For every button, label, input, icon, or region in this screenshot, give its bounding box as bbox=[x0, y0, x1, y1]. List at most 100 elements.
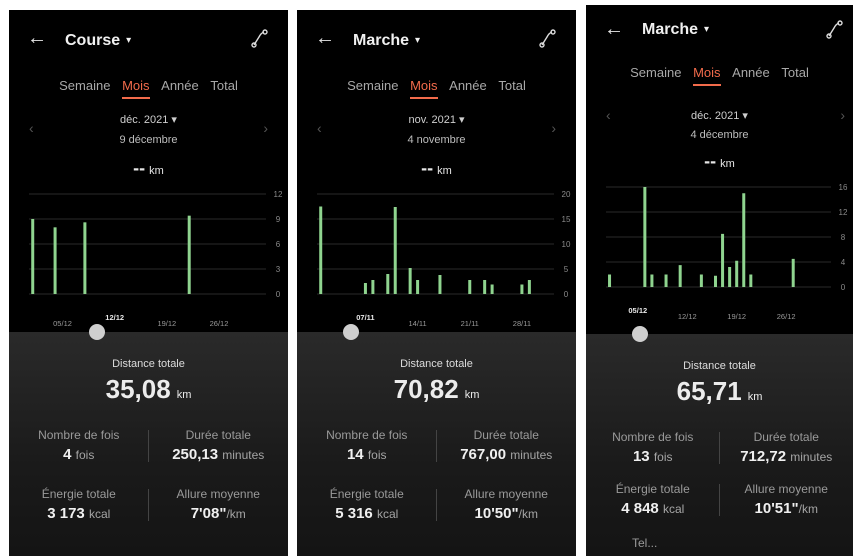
pace-stat: Allure moyenne 10'51"/km bbox=[720, 482, 853, 517]
selected-distance: -- km bbox=[9, 158, 288, 179]
distance-placeholder: -- bbox=[704, 151, 717, 171]
period-tabs: Semaine Mois Année Total bbox=[9, 78, 288, 102]
count-label: Nombre de fois bbox=[326, 428, 408, 442]
distance-bar bbox=[735, 260, 739, 287]
energy-stat: Énergie totale 3 173 kcal bbox=[9, 487, 149, 522]
selected-distance: -- km bbox=[297, 158, 576, 179]
x-tick-label: 28/11 bbox=[513, 319, 531, 328]
distance-total-unit: km bbox=[464, 389, 480, 401]
tab-mois[interactable]: Mois bbox=[693, 65, 721, 86]
selected-day: 4 novembre bbox=[407, 134, 466, 146]
distance-total: 70,82 km bbox=[297, 374, 576, 405]
y-tick-label: 4 bbox=[841, 258, 846, 267]
energy-unit: kcal bbox=[662, 502, 685, 516]
distance-total-value: 35,08 bbox=[105, 374, 171, 404]
y-tick-label: 9 bbox=[276, 215, 281, 224]
sport-title: Course bbox=[65, 32, 121, 49]
distance-total-unit: km bbox=[747, 391, 763, 403]
distance-bar bbox=[416, 280, 420, 294]
period-tabs: Semaine Mois Année Total bbox=[586, 65, 853, 89]
extra-stat-label: Tel... bbox=[632, 536, 658, 550]
energy-value: 5 316 bbox=[335, 505, 373, 522]
y-tick-label: 0 bbox=[564, 290, 569, 299]
timeline-scrubber-handle[interactable] bbox=[343, 324, 359, 340]
route-icon[interactable] bbox=[825, 19, 845, 39]
month-selector[interactable]: déc. 2021 ▾ bbox=[586, 109, 853, 122]
distance-bar bbox=[438, 275, 442, 294]
stat-divider bbox=[719, 432, 720, 464]
count-value: 13 bbox=[632, 448, 650, 465]
sport-type-selector[interactable]: Marche ▾ bbox=[353, 32, 420, 50]
monthly-distance-chart[interactable]: 16 12 8 4 0 05/12 12/12 19/12 26/12 bbox=[586, 173, 853, 333]
energy-label: Énergie totale bbox=[329, 487, 404, 501]
tab-annee[interactable]: Année bbox=[161, 78, 199, 97]
stat-divider bbox=[719, 484, 720, 516]
distance-bar bbox=[749, 274, 753, 287]
duration-value: 767,00 bbox=[460, 446, 507, 463]
distance-bar bbox=[608, 274, 612, 287]
y-tick-label: 3 bbox=[276, 265, 281, 274]
monthly-distance-chart[interactable]: 20 15 10 5 0 07/11 14/11 21/11 28/11 bbox=[297, 180, 576, 340]
pace-value: 10'50" bbox=[474, 505, 519, 522]
pace-unit: /km bbox=[798, 502, 818, 516]
distance-unit: km bbox=[437, 165, 452, 177]
distance-bar bbox=[371, 280, 375, 294]
distance-bar bbox=[319, 206, 323, 294]
pace-value: 10'51" bbox=[754, 500, 799, 517]
y-tick-label: 5 bbox=[564, 265, 569, 274]
distance-bar bbox=[643, 187, 647, 287]
distance-bar bbox=[483, 280, 487, 294]
tab-total[interactable]: Total bbox=[781, 65, 808, 84]
back-arrow-icon[interactable]: ← bbox=[27, 28, 47, 48]
sport-type-selector[interactable]: Course ▾ bbox=[65, 32, 131, 50]
back-arrow-icon[interactable]: ← bbox=[604, 19, 624, 39]
distance-unit: km bbox=[149, 165, 164, 177]
distance-placeholder: -- bbox=[421, 158, 434, 178]
selected-distance: -- km bbox=[586, 151, 853, 172]
duration-label: Durée totale bbox=[473, 428, 539, 442]
monthly-distance-chart[interactable]: 12 9 6 3 0 05/12 12/12 19/12 26/12 bbox=[9, 180, 288, 340]
route-icon[interactable] bbox=[538, 28, 558, 48]
tab-total[interactable]: Total bbox=[210, 78, 237, 97]
x-tick-label: 26/12 bbox=[210, 319, 229, 328]
selected-day: 9 décembre bbox=[119, 134, 178, 146]
stat-divider bbox=[436, 489, 437, 521]
distance-bar bbox=[363, 283, 367, 294]
y-tick-label: 0 bbox=[276, 290, 281, 299]
count-unit: fois bbox=[367, 448, 387, 462]
duration-unit: minutes bbox=[790, 450, 833, 464]
back-arrow-icon[interactable]: ← bbox=[315, 28, 335, 48]
tab-annee[interactable]: Année bbox=[732, 65, 770, 84]
sport-type-selector[interactable]: Marche ▾ bbox=[642, 21, 709, 39]
summary-section: Distance totale 65,71 km Nombre de fois 13… bbox=[586, 326, 853, 556]
tab-semaine[interactable]: Semaine bbox=[59, 78, 110, 97]
header: ← Marche ▾ bbox=[586, 5, 853, 67]
tab-annee[interactable]: Année bbox=[449, 78, 487, 97]
count-label: Nombre de fois bbox=[38, 428, 120, 442]
distance-bar bbox=[728, 267, 732, 287]
tab-mois[interactable]: Mois bbox=[410, 78, 438, 99]
y-tick-label: 10 bbox=[562, 240, 571, 249]
tab-mois[interactable]: Mois bbox=[122, 78, 150, 99]
distance-total: 65,71 km bbox=[586, 376, 853, 407]
pace-label: Allure moyenne bbox=[464, 487, 548, 501]
pace-stat: Allure moyenne 10'50"/km bbox=[437, 487, 577, 522]
activity-panel-1: ← Course ▾ Semaine Mois Année Total ‹ › d… bbox=[9, 10, 288, 556]
energy-stat: Énergie totale 4 848 kcal bbox=[586, 482, 720, 517]
distance-total-label: Distance totale bbox=[683, 360, 756, 372]
distance-bar bbox=[53, 227, 57, 294]
tab-semaine[interactable]: Semaine bbox=[630, 65, 681, 84]
x-tick-label: 12/12 bbox=[678, 312, 697, 321]
tab-semaine[interactable]: Semaine bbox=[347, 78, 398, 97]
distance-total: 35,08 km bbox=[9, 374, 288, 405]
distance-placeholder: -- bbox=[133, 158, 146, 178]
timeline-scrubber-handle[interactable] bbox=[632, 326, 648, 342]
route-icon[interactable] bbox=[250, 28, 270, 48]
month-selector[interactable]: nov. 2021 ▾ bbox=[297, 113, 576, 126]
tab-total[interactable]: Total bbox=[498, 78, 525, 97]
month-selector[interactable]: déc. 2021 ▾ bbox=[9, 113, 288, 126]
timeline-scrubber-handle[interactable] bbox=[89, 324, 105, 340]
distance-bar bbox=[791, 258, 795, 287]
duration-label: Durée totale bbox=[185, 428, 251, 442]
distance-bar bbox=[650, 274, 654, 287]
